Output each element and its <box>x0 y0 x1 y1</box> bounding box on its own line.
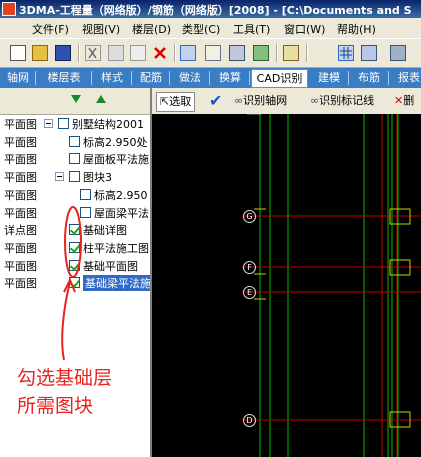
annotation-line-2: 所需图块 <box>17 395 94 417</box>
annotation-line-1: 勾选基础层 <box>17 367 113 389</box>
annotation-arrow <box>61 281 71 361</box>
highlight-ellipse <box>64 206 82 278</box>
